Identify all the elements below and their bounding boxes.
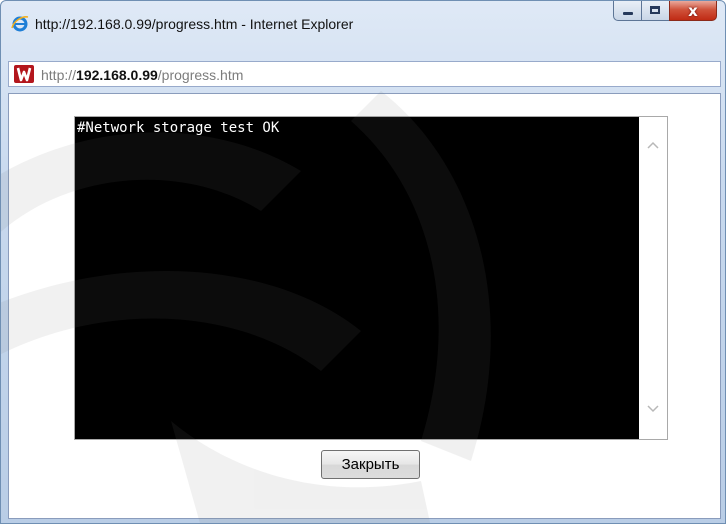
scroll-down-arrow-icon[interactable] — [645, 401, 661, 417]
console-box: #Network storage test OK — [74, 116, 668, 440]
title-bar[interactable]: http://192.168.0.99/progress.htm - Inter… — [1, 1, 725, 37]
maximize-button[interactable] — [641, 1, 669, 21]
url-host: 192.168.0.99 — [76, 67, 158, 83]
address-bar[interactable]: http://192.168.0.99/progress.htm — [8, 61, 721, 87]
internet-explorer-icon — [11, 15, 29, 33]
console-scrollbar[interactable] — [639, 117, 667, 439]
window-title: http://192.168.0.99/progress.htm - Inter… — [35, 16, 354, 32]
maximize-icon — [650, 6, 660, 14]
scroll-up-arrow-icon[interactable] — [645, 137, 661, 153]
url-prefix: http:// — [41, 67, 77, 83]
window-controls: x — [613, 1, 717, 23]
minimize-icon — [623, 12, 633, 15]
close-button[interactable]: Закрыть — [321, 450, 420, 479]
close-icon: x — [688, 1, 698, 20]
page-content: #Network storage test OK Закрыть — [8, 93, 721, 519]
minimize-button[interactable] — [613, 1, 641, 21]
url-text: http://192.168.0.99/progress.htm — [41, 67, 243, 83]
site-favicon-icon — [14, 65, 34, 83]
url-path: /progress.htm — [157, 67, 244, 83]
close-window-button[interactable]: x — [669, 1, 717, 21]
console-output[interactable]: #Network storage test OK — [75, 117, 639, 439]
browser-window: http://192.168.0.99/progress.htm - Inter… — [0, 0, 726, 524]
